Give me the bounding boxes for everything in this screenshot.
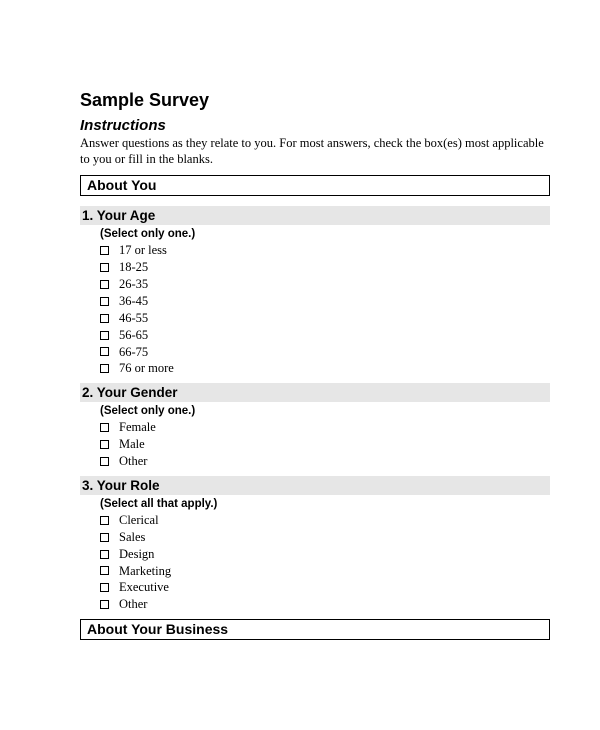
option-label: 46-55	[119, 310, 148, 327]
question-hint-role: (Select all that apply.)	[100, 498, 550, 510]
options-role: Clerical Sales Design Marketing Executiv…	[100, 512, 550, 613]
checkbox-icon[interactable]	[100, 516, 109, 525]
option-row: 17 or less	[100, 242, 550, 259]
option-label: 17 or less	[119, 242, 167, 259]
checkbox-icon[interactable]	[100, 423, 109, 432]
checkbox-icon[interactable]	[100, 246, 109, 255]
page-title: Sample Survey	[80, 90, 550, 111]
question-hint-gender: (Select only one.)	[100, 405, 550, 417]
option-row: 46-55	[100, 310, 550, 327]
option-row: 66-75	[100, 344, 550, 361]
instructions-heading: Instructions	[80, 117, 550, 134]
question-title-age: 1. Your Age	[80, 206, 550, 225]
option-label: Male	[119, 436, 145, 453]
checkbox-icon[interactable]	[100, 533, 109, 542]
option-label: Sales	[119, 529, 145, 546]
section-header-about-you: About You	[80, 175, 550, 196]
option-label: Marketing	[119, 563, 171, 580]
option-row: Design	[100, 546, 550, 563]
instructions-body: Answer questions as they relate to you. …	[80, 136, 550, 167]
option-row: Other	[100, 596, 550, 613]
option-label: Design	[119, 546, 154, 563]
checkbox-icon[interactable]	[100, 566, 109, 575]
option-label: Clerical	[119, 512, 159, 529]
checkbox-icon[interactable]	[100, 600, 109, 609]
survey-page: Sample Survey Instructions Answer questi…	[0, 0, 600, 640]
option-row: 18-25	[100, 259, 550, 276]
option-label: Other	[119, 453, 147, 470]
option-label: 76 or more	[119, 360, 174, 377]
option-row: Clerical	[100, 512, 550, 529]
option-label: 18-25	[119, 259, 148, 276]
question-title-gender: 2. Your Gender	[80, 383, 550, 402]
question-hint-age: (Select only one.)	[100, 228, 550, 240]
options-age: 17 or less 18-25 26-35 36-45 46-55 56-65…	[100, 242, 550, 377]
option-row: 26-35	[100, 276, 550, 293]
option-row: 76 or more	[100, 360, 550, 377]
option-row: Marketing	[100, 563, 550, 580]
checkbox-icon[interactable]	[100, 457, 109, 466]
option-row: Other	[100, 453, 550, 470]
question-title-role: 3. Your Role	[80, 476, 550, 495]
checkbox-icon[interactable]	[100, 347, 109, 356]
section-header-about-business: About Your Business	[80, 619, 550, 640]
checkbox-icon[interactable]	[100, 583, 109, 592]
checkbox-icon[interactable]	[100, 440, 109, 449]
checkbox-icon[interactable]	[100, 314, 109, 323]
option-row: Executive	[100, 579, 550, 596]
option-row: Sales	[100, 529, 550, 546]
checkbox-icon[interactable]	[100, 331, 109, 340]
option-row: Male	[100, 436, 550, 453]
option-row: Female	[100, 419, 550, 436]
options-gender: Female Male Other	[100, 419, 550, 470]
option-row: 56-65	[100, 327, 550, 344]
option-label: 36-45	[119, 293, 148, 310]
checkbox-icon[interactable]	[100, 297, 109, 306]
checkbox-icon[interactable]	[100, 364, 109, 373]
option-label: Other	[119, 596, 147, 613]
option-label: Executive	[119, 579, 169, 596]
checkbox-icon[interactable]	[100, 263, 109, 272]
option-label: Female	[119, 419, 156, 436]
option-label: 56-65	[119, 327, 148, 344]
checkbox-icon[interactable]	[100, 550, 109, 559]
option-label: 66-75	[119, 344, 148, 361]
option-row: 36-45	[100, 293, 550, 310]
option-label: 26-35	[119, 276, 148, 293]
checkbox-icon[interactable]	[100, 280, 109, 289]
